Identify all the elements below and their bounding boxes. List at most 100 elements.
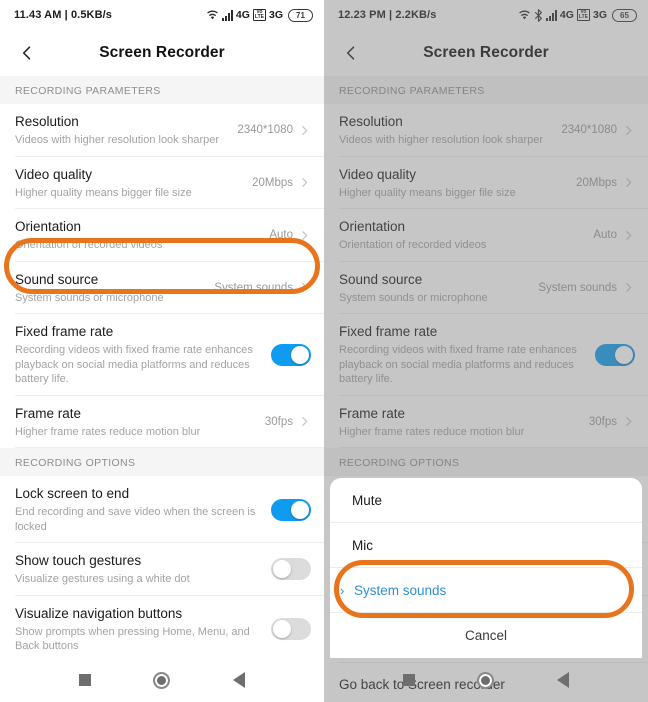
settings-row-lock-screen-to-end[interactable]: Lock screen to end End recording and save… [0, 476, 324, 543]
settings-row-video-quality[interactable]: Video quality Higher quality means bigger… [324, 156, 648, 209]
status-time-and-network-speed: 11.43 AM | 0.5KB/s [14, 9, 113, 21]
recents-square-icon[interactable] [72, 667, 98, 693]
chevron-right-icon [622, 281, 635, 294]
row-text-block: Fixed frame rate Recording videos with fi… [15, 323, 271, 387]
row-subtitle: Visualize gestures using a white dot [15, 573, 190, 585]
phone-screen-left: 11.43 AM | 0.5KB/s 4G Vo LTE 3G 71 Screen Reco… [0, 0, 324, 702]
settings-row-resolution[interactable]: Resolution Videos with higher resolution … [0, 104, 324, 157]
section-header: RECORDING OPTIONS [0, 448, 324, 476]
toggle-switch[interactable] [271, 498, 311, 521]
row-control: System sounds [538, 281, 635, 294]
row-subtitle: Videos with higher resolution look sharp… [15, 134, 220, 146]
row-control [595, 343, 635, 366]
row-subtitle: Show prompts when pressing Home, Menu, a… [15, 625, 250, 653]
row-control: 2340*1080 [561, 124, 635, 137]
section-header: RECORDING PARAMETERS [324, 76, 648, 104]
settings-row-orientation[interactable]: Orientation Orientation of recorded video… [0, 209, 324, 262]
dialog-option-mic[interactable]: Mic [330, 523, 642, 568]
android-navigation-bar [0, 658, 324, 702]
dialog-option-label: Mute [352, 493, 383, 508]
settings-row-visualize-navigation-buttons[interactable]: Visualize navigation buttons Show prompts… [0, 595, 324, 663]
settings-row-frame-rate[interactable]: Frame rate Higher frame rates reduce moti… [0, 395, 324, 448]
row-title: Fixed frame rate [339, 324, 438, 339]
row-title: Sound source [15, 271, 99, 287]
network-type-primary: 4G [559, 9, 574, 21]
section-header: RECORDING PARAMETERS [0, 76, 324, 104]
toggle-switch[interactable] [271, 618, 311, 640]
toggle-knob [273, 560, 291, 579]
row-subtitle: Orientation of recorded videos [339, 239, 487, 251]
row-value: Auto [269, 229, 293, 242]
settings-row-sound-source[interactable]: Sound source System sounds or microphone S… [324, 261, 648, 314]
row-text-block: Orientation Orientation of recorded video… [339, 218, 593, 253]
settings-row-orientation[interactable]: Orientation Orientation of recorded video… [324, 209, 648, 262]
recents-square-icon[interactable] [396, 667, 422, 693]
row-control [271, 343, 311, 366]
settings-row-video-quality[interactable]: Video quality Higher quality means bigger… [0, 156, 324, 209]
row-value: 2340*1080 [237, 124, 293, 137]
row-control: 30fps [265, 415, 311, 428]
row-control: Auto [269, 229, 311, 242]
wifi-icon [206, 10, 219, 21]
row-text-block: Resolution Videos with higher resolution … [15, 113, 237, 148]
chevron-left-icon[interactable] [14, 40, 40, 66]
back-triangle-icon[interactable] [226, 667, 252, 693]
settings-row-fixed-frame-rate[interactable]: Fixed frame rate Recording videos with fi… [324, 314, 648, 396]
network-type-secondary: 3G [268, 9, 283, 21]
android-navigation-bar [324, 658, 648, 702]
phone-screen-right: 12.23 PM | 2.2KB/s 4G Vo LTE 3G 65 Screen Reco… [324, 0, 648, 702]
back-triangle-icon[interactable] [550, 667, 576, 693]
dialog-cancel-button[interactable]: Cancel [330, 613, 642, 658]
chevron-right-icon [622, 176, 635, 189]
settings-row-resolution[interactable]: Resolution Videos with higher resolution … [324, 104, 648, 157]
row-text-block: Lock screen to end End recording and save… [15, 485, 271, 534]
row-subtitle: Higher quality means bigger file size [15, 186, 192, 199]
row-title: Show touch gestures [15, 553, 142, 568]
row-title: Orientation [15, 219, 82, 234]
page-title: Screen Recorder [99, 44, 225, 61]
row-text-block: Show touch gestures Visualize gestures us… [15, 552, 271, 587]
row-control: 30fps [589, 415, 635, 428]
settings-row-show-touch-gestures[interactable]: Show touch gestures Visualize gestures us… [0, 543, 324, 596]
row-control: System sounds [214, 281, 311, 294]
chevron-right-icon [622, 124, 635, 137]
chevron-left-icon[interactable] [338, 40, 364, 66]
status-time-and-network-speed: 12.23 PM | 2.2KB/s [338, 9, 437, 21]
row-text-block: Fixed frame rate Recording videos with fi… [339, 323, 595, 387]
chevron-right-icon [622, 229, 635, 242]
network-type-primary: 4G [235, 9, 250, 21]
row-text-block: Resolution Videos with higher resolution … [339, 113, 561, 148]
row-control: 20Mbps [252, 176, 311, 189]
settings-row-fixed-frame-rate[interactable]: Fixed frame rate Recording videos with fi… [0, 314, 324, 396]
row-text-block: Sound source System sounds or microphone [15, 271, 214, 306]
row-control: 20Mbps [576, 176, 635, 189]
row-text-block: Video quality Higher quality means bigger… [15, 166, 252, 201]
home-circle-icon[interactable] [473, 667, 499, 693]
row-title: Video quality [15, 166, 93, 182]
row-subtitle: System sounds or microphone [339, 291, 488, 304]
toggle-knob [273, 620, 291, 638]
row-value: 30fps [588, 415, 617, 428]
row-value: 30fps [264, 415, 293, 428]
network-type-secondary: 3G [592, 9, 607, 21]
sound-source-dialog: Mute Mic › System sounds Cancel [330, 478, 642, 658]
row-value: 2340*1080 [561, 124, 617, 137]
section-header: RECORDING OPTIONS [324, 448, 648, 476]
home-circle-icon[interactable] [149, 667, 175, 693]
row-control: 2340*1080 [237, 124, 311, 137]
app-bar: Screen Recorder [0, 30, 324, 76]
toggle-switch[interactable] [595, 343, 635, 366]
dialog-option-mute[interactable]: Mute [330, 478, 642, 523]
row-value: System sounds [214, 281, 293, 294]
toggle-switch[interactable] [271, 343, 311, 366]
row-text-block: Video quality Higher quality means bigger… [339, 166, 576, 201]
volte-icon: Vo LTE [576, 9, 590, 21]
row-subtitle: System sounds or microphone [15, 291, 164, 304]
settings-row-frame-rate[interactable]: Frame rate Higher frame rates reduce moti… [324, 395, 648, 448]
dialog-option-system-sounds[interactable]: › System sounds [330, 568, 642, 613]
row-control [271, 618, 311, 640]
page-title: Screen Recorder [423, 44, 549, 61]
toggle-knob [291, 500, 309, 519]
settings-row-sound-source[interactable]: Sound source System sounds or microphone S… [0, 261, 324, 314]
toggle-switch[interactable] [271, 558, 311, 581]
